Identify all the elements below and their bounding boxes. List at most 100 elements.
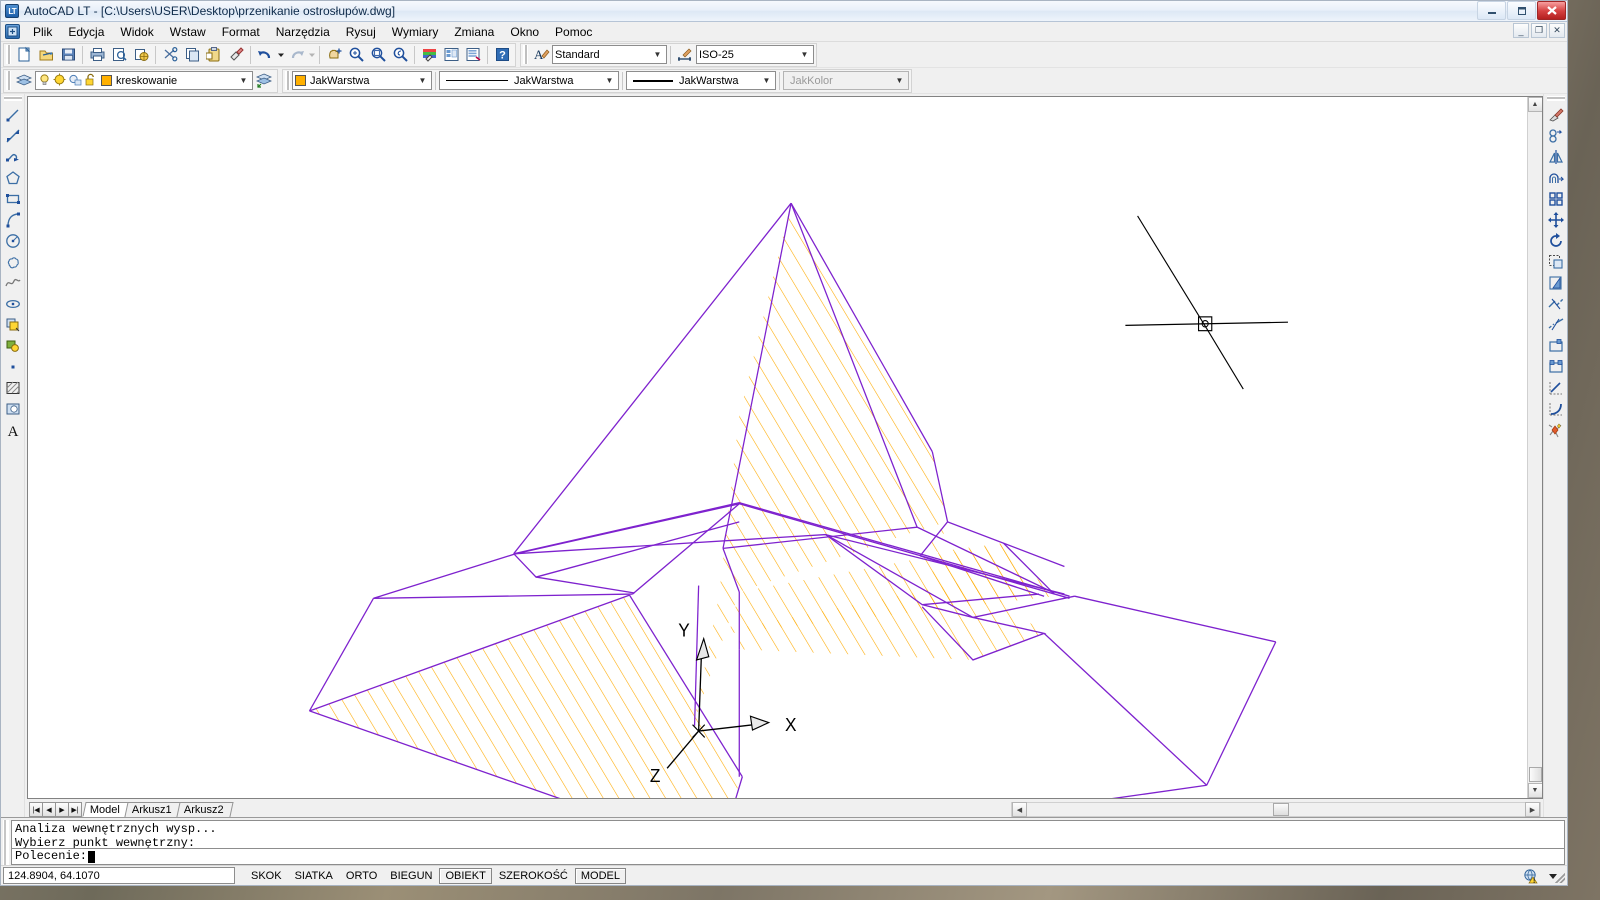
polyline-icon[interactable] xyxy=(2,146,24,167)
line-icon[interactable] xyxy=(2,104,24,125)
canvas-vertical-scrollbar[interactable]: ▲ ▼ xyxy=(1527,97,1542,798)
make-block-icon[interactable] xyxy=(2,335,24,356)
lineweight-combo[interactable]: JakWarstwa ▼ xyxy=(626,71,776,90)
chevron-down-icon[interactable]: ▼ xyxy=(416,73,429,88)
sun-freeze-icon[interactable] xyxy=(53,73,66,89)
menu-okno[interactable]: Okno xyxy=(502,23,547,41)
status-toggle-szerokosc[interactable]: SZEROKOŚĆ xyxy=(493,868,574,884)
pan-icon[interactable] xyxy=(323,44,345,66)
menu-plik[interactable]: Plik xyxy=(25,23,60,41)
canvas-horizontal-scrollbar[interactable]: ◀ ▶ xyxy=(1011,802,1541,817)
text-style-combo[interactable]: Standard ▼ xyxy=(552,45,667,64)
drawing-canvas[interactable]: Y X Z ▲ ▼ xyxy=(27,96,1543,799)
window-maximize-button[interactable] xyxy=(1507,1,1536,20)
toolbar-grip[interactable] xyxy=(1546,96,1565,101)
menu-wymiary[interactable]: Wymiary xyxy=(384,23,447,41)
chevron-down-icon[interactable]: ▼ xyxy=(798,47,811,62)
chevron-down-icon[interactable]: ▼ xyxy=(760,73,773,88)
tab-arkusz2[interactable]: Arkusz2 xyxy=(176,802,234,817)
tab-arkusz1[interactable]: Arkusz1 xyxy=(124,802,182,817)
redo-dropdown-icon[interactable] xyxy=(307,44,316,66)
undo-dropdown-icon[interactable] xyxy=(276,44,285,66)
tool-palettes-icon[interactable] xyxy=(462,44,484,66)
match-properties-icon[interactable] xyxy=(225,44,247,66)
vertical-scroll-thumb[interactable] xyxy=(1528,767,1542,782)
spline-icon[interactable] xyxy=(2,272,24,293)
zoom-realtime-icon[interactable] xyxy=(345,44,367,66)
menu-wstaw[interactable]: Wstaw xyxy=(162,23,214,41)
redo-icon[interactable] xyxy=(285,44,307,66)
menu-rysuj[interactable]: Rysuj xyxy=(338,23,384,41)
menu-edycja[interactable]: Edycja xyxy=(60,23,112,41)
last-tab-icon[interactable]: ▶| xyxy=(68,802,82,817)
status-toggle-siatka[interactable]: SIATKA xyxy=(289,868,339,884)
text-style-icon[interactable]: A xyxy=(530,44,552,66)
menu-format[interactable]: Format xyxy=(214,23,268,41)
chevron-down-icon[interactable]: ▼ xyxy=(603,73,616,88)
status-toggle-biegun[interactable]: BIEGUN xyxy=(384,868,438,884)
scale-icon[interactable] xyxy=(1545,251,1567,272)
rotate-icon[interactable] xyxy=(1545,230,1567,251)
copy-object-icon[interactable] xyxy=(1545,125,1567,146)
unlock-icon[interactable] xyxy=(84,73,98,89)
toolbar-grip[interactable] xyxy=(523,45,528,64)
offset-icon[interactable] xyxy=(1545,167,1567,188)
object-color-combo[interactable]: JakWarstwa ▼ xyxy=(292,71,432,90)
gradient-icon[interactable] xyxy=(2,398,24,419)
linetype-combo[interactable]: JakWarstwa ▼ xyxy=(439,71,619,90)
construction-line-icon[interactable] xyxy=(2,125,24,146)
mirror-icon[interactable] xyxy=(1545,146,1567,167)
erase-icon[interactable] xyxy=(1545,104,1567,125)
zoom-previous-icon[interactable] xyxy=(389,44,411,66)
chamfer-icon[interactable] xyxy=(1545,377,1567,398)
window-close-button[interactable] xyxy=(1537,1,1566,20)
first-tab-icon[interactable]: |◀ xyxy=(29,802,43,817)
paste-icon[interactable] xyxy=(203,44,225,66)
cut-icon[interactable] xyxy=(159,44,181,66)
rectangle-icon[interactable] xyxy=(2,188,24,209)
freeze-viewport-icon[interactable] xyxy=(68,73,82,89)
layer-combo[interactable]: kreskowanie ▼ xyxy=(35,71,253,90)
save-icon[interactable] xyxy=(57,44,79,66)
help-icon[interactable]: ? xyxy=(491,44,513,66)
tab-model[interactable]: Model xyxy=(82,802,130,817)
explode-icon[interactable] xyxy=(1545,419,1567,440)
ellipse-icon[interactable] xyxy=(2,293,24,314)
chevron-down-icon[interactable]: ▼ xyxy=(651,47,664,62)
command-prompt-input[interactable]: Polecenie: xyxy=(11,848,1565,865)
communication-center-icon[interactable]: ! xyxy=(1523,868,1540,884)
move-icon[interactable] xyxy=(1545,209,1567,230)
arc-icon[interactable] xyxy=(2,209,24,230)
designcenter-icon[interactable] xyxy=(440,44,462,66)
scroll-right-button[interactable]: ▶ xyxy=(1525,802,1540,817)
insert-block-icon[interactable] xyxy=(2,314,24,335)
open-icon[interactable] xyxy=(35,44,57,66)
status-toggle-obiekt[interactable]: OBIEKT xyxy=(439,867,492,884)
plot-preview-icon[interactable] xyxy=(108,44,130,66)
mdi-minimize-button[interactable]: _ xyxy=(1513,23,1529,38)
plot-icon[interactable] xyxy=(86,44,108,66)
status-toggle-model[interactable]: MODEL xyxy=(574,867,627,884)
next-tab-icon[interactable]: ▶ xyxy=(55,802,69,817)
scroll-left-button[interactable]: ◀ xyxy=(1012,802,1027,817)
trim-icon[interactable] xyxy=(1545,293,1567,314)
hatch-icon[interactable] xyxy=(2,377,24,398)
toolbar-grip[interactable] xyxy=(285,71,290,90)
properties-icon[interactable] xyxy=(418,44,440,66)
command-line-grip[interactable] xyxy=(3,820,9,865)
menu-zmiana[interactable]: Zmiana xyxy=(446,23,502,41)
new-icon[interactable] xyxy=(13,44,35,66)
stretch-icon[interactable] xyxy=(1545,272,1567,293)
status-toggle-orto[interactable]: ORTO xyxy=(340,868,383,884)
layer-states-icon[interactable] xyxy=(253,70,275,92)
dimension-style-combo[interactable]: ISO-25 ▼ xyxy=(696,45,814,64)
status-toggle-skok[interactable]: SKOK xyxy=(245,868,288,884)
toolbar-grip[interactable] xyxy=(6,71,11,90)
publish-icon[interactable] xyxy=(130,44,152,66)
layer-properties-manager-icon[interactable] xyxy=(13,70,35,92)
point-icon[interactable] xyxy=(2,356,24,377)
menu-narzedzia[interactable]: Narzędzia xyxy=(268,23,338,41)
dimension-style-icon[interactable] xyxy=(674,44,696,66)
mdi-restore-button[interactable]: ❐ xyxy=(1531,23,1547,38)
multiline-text-icon[interactable]: A xyxy=(2,419,24,440)
